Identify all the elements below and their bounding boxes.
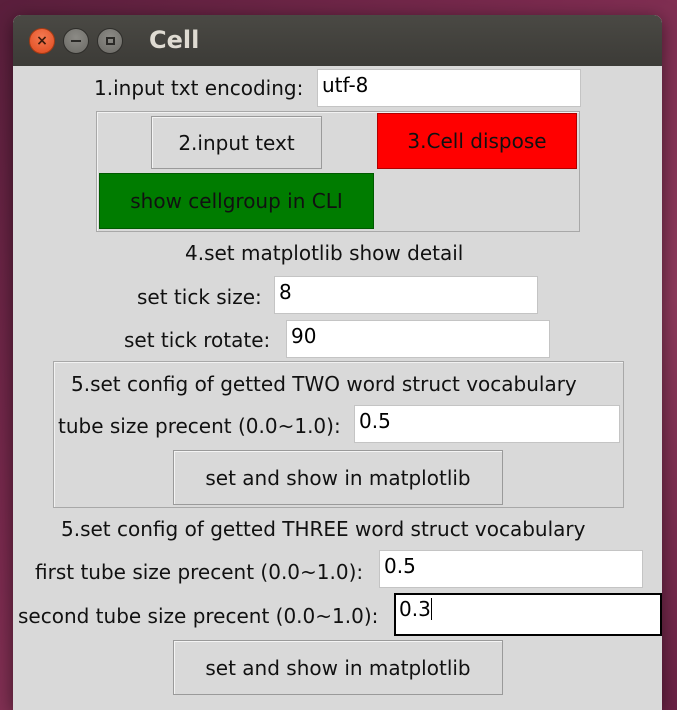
- tick-rotate-label: set tick rotate:: [124, 328, 271, 352]
- window-title: Cell: [149, 26, 200, 54]
- tick-rotate-input[interactable]: 90: [286, 320, 550, 358]
- maximize-window-button[interactable]: [97, 28, 123, 54]
- two-word-tube-input[interactable]: 0.5: [354, 405, 620, 443]
- second-tube-label: second tube size precent (0.0~1.0):: [18, 604, 379, 628]
- minimize-window-button[interactable]: [63, 28, 89, 54]
- two-word-tube-label: tube size precent (0.0~1.0):: [58, 414, 341, 438]
- second-tube-value: 0.3: [399, 597, 431, 621]
- tick-size-label: set tick size:: [137, 285, 262, 309]
- cell-dispose-button[interactable]: 3.Cell dispose: [377, 113, 577, 169]
- close-icon: ×: [36, 33, 48, 49]
- encoding-label: 1.input txt encoding:: [94, 76, 304, 100]
- app-window: × Cell 1.input txt encoding: utf-8 2.inp…: [13, 15, 662, 710]
- three-word-show-button[interactable]: set and show in matplotlib: [173, 640, 503, 695]
- encoding-input[interactable]: utf-8: [317, 69, 581, 107]
- first-tube-label: first tube size precent (0.0~1.0):: [35, 560, 364, 584]
- close-window-button[interactable]: ×: [29, 28, 55, 54]
- show-cellgroup-button[interactable]: show cellgroup in CLI: [99, 173, 374, 229]
- input-text-button[interactable]: 2.input text: [151, 116, 322, 169]
- first-tube-input[interactable]: 0.5: [379, 550, 643, 588]
- matplotlib-heading: 4.set matplotlib show detail: [185, 241, 464, 265]
- three-word-heading: 5.set config of getted THREE word struct…: [61, 517, 586, 541]
- minimize-icon: [71, 40, 81, 42]
- two-word-show-button[interactable]: set and show in matplotlib: [173, 450, 503, 505]
- two-word-heading: 5.set config of getted TWO word struct v…: [71, 372, 577, 396]
- second-tube-input[interactable]: 0.3: [394, 593, 662, 636]
- maximize-icon: [105, 37, 115, 45]
- text-caret: [430, 598, 432, 620]
- tick-size-input[interactable]: 8: [274, 276, 538, 314]
- title-bar[interactable]: × Cell: [13, 15, 662, 66]
